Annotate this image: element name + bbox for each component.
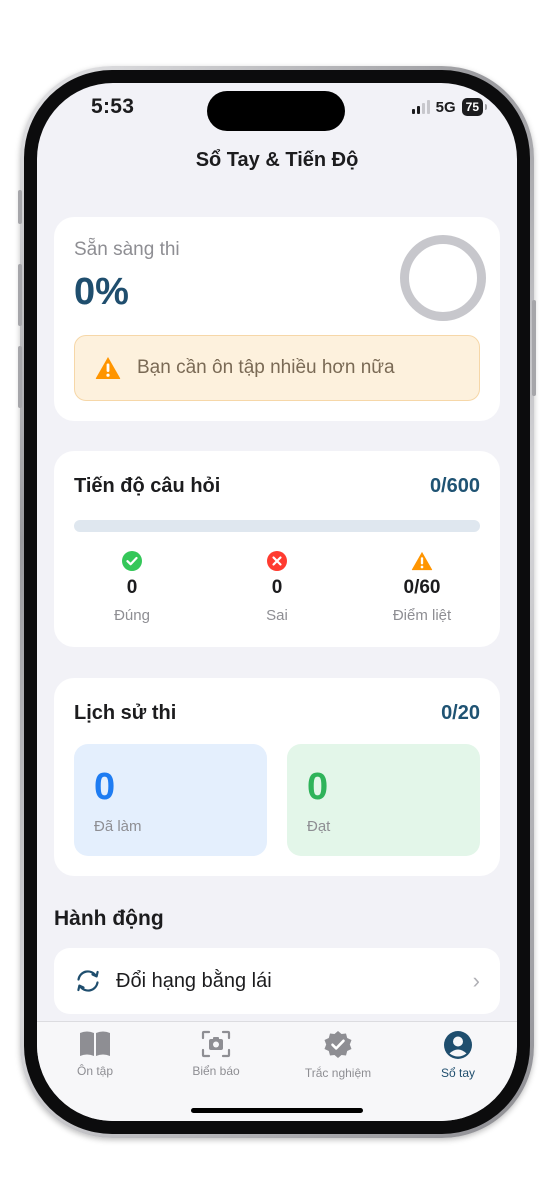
warning-triangle-icon	[411, 551, 433, 571]
question-progress-bar	[74, 520, 480, 532]
correct-label: Đúng	[114, 607, 150, 624]
tab-quiz[interactable]: Trắc nghiệm	[283, 1030, 393, 1080]
exams-passed-count: 0	[307, 766, 329, 808]
status-time: 5:53	[91, 95, 135, 118]
change-license-class-button[interactable]: Đổi hạng bằng lái ›	[54, 948, 500, 1014]
warning-text: Bạn cần ôn tập nhiều hơn nữa	[137, 357, 395, 378]
question-progress-card: Tiến độ câu hỏi 0/600 0 Đúng 0 Sai 0/60 …	[54, 451, 500, 647]
wrong-label: Sai	[266, 607, 288, 624]
tab-notebook[interactable]: Sổ tay	[403, 1030, 513, 1080]
wrong-count: 0	[271, 577, 283, 598]
network-type: 5G	[435, 98, 456, 116]
tab-quiz-label: Trắc nghiệm	[304, 1066, 372, 1080]
signal-icon	[411, 100, 430, 114]
readiness-ring	[400, 235, 486, 321]
exams-done-label: Đã làm	[94, 818, 142, 835]
status-indicators: 5G 75	[411, 98, 488, 116]
screen: 5:53 5G 75 Sổ Tay & Tiến Độ Sẵn sàng thi…	[37, 83, 517, 1121]
home-indicator	[191, 1108, 363, 1113]
power-button	[532, 300, 536, 396]
readiness-value: 0%	[74, 271, 129, 313]
tab-signs[interactable]: Biển báo	[161, 1030, 271, 1078]
stat-correct: 0 Đúng	[57, 551, 207, 624]
readiness-warning: Bạn cần ôn tập nhiều hơn nữa	[74, 335, 480, 401]
profile-icon	[444, 1031, 472, 1059]
change-license-class-label: Đổi hạng bằng lái	[116, 969, 272, 992]
book-icon	[80, 1031, 110, 1056]
refresh-icon	[77, 970, 99, 992]
exams-done-count: 0	[94, 766, 116, 808]
question-progress-title: Tiến độ câu hỏi	[74, 475, 221, 497]
stat-wrong: 0 Sai	[202, 551, 352, 624]
exams-done-tile[interactable]: 0 Đã làm	[74, 744, 267, 856]
tab-signs-label: Biển báo	[192, 1064, 240, 1078]
critical-label: Điểm liệt	[392, 607, 452, 624]
exams-passed-label: Đạt	[307, 818, 331, 835]
actions-section-title: Hành động	[54, 907, 164, 930]
tab-bar: Ôn tập Biển báo Trắc nghiệm Sổ tay	[37, 1021, 517, 1121]
warning-triangle-icon	[95, 357, 121, 379]
exam-history-title: Lịch sử thi	[74, 702, 177, 724]
critical-count: 0/60	[403, 577, 441, 598]
tab-review[interactable]: Ôn tập	[40, 1030, 150, 1078]
camera-frame-icon	[201, 1030, 231, 1058]
tab-notebook-label: Sổ tay	[440, 1066, 476, 1080]
exam-history-card[interactable]: Lịch sử thi 0/20 0 Đã làm 0 Đạt	[54, 678, 500, 876]
x-circle-icon	[267, 551, 287, 571]
readiness-label: Sẵn sàng thi	[74, 239, 180, 260]
readiness-card: Sẵn sàng thi 0% Bạn cần ôn tập nhiều hơn…	[54, 217, 500, 421]
question-progress-count: 0/600	[429, 475, 480, 497]
badge-check-icon	[324, 1031, 352, 1058]
stat-critical: 0/60 Điểm liệt	[347, 551, 497, 624]
chevron-right-icon: ›	[472, 968, 480, 993]
exams-passed-tile[interactable]: 0 Đạt	[287, 744, 480, 856]
tab-review-label: Ôn tập	[76, 1064, 114, 1078]
exam-history-count: 0/20	[441, 702, 480, 724]
page-title: Sổ Tay & Tiến Độ	[195, 149, 359, 171]
volume-up-button	[18, 264, 22, 326]
volume-down-button	[18, 346, 22, 408]
action-button	[18, 190, 22, 224]
correct-count: 0	[126, 577, 138, 598]
battery-icon: 75	[461, 98, 488, 116]
check-circle-icon	[122, 551, 142, 571]
dynamic-island	[207, 91, 345, 131]
